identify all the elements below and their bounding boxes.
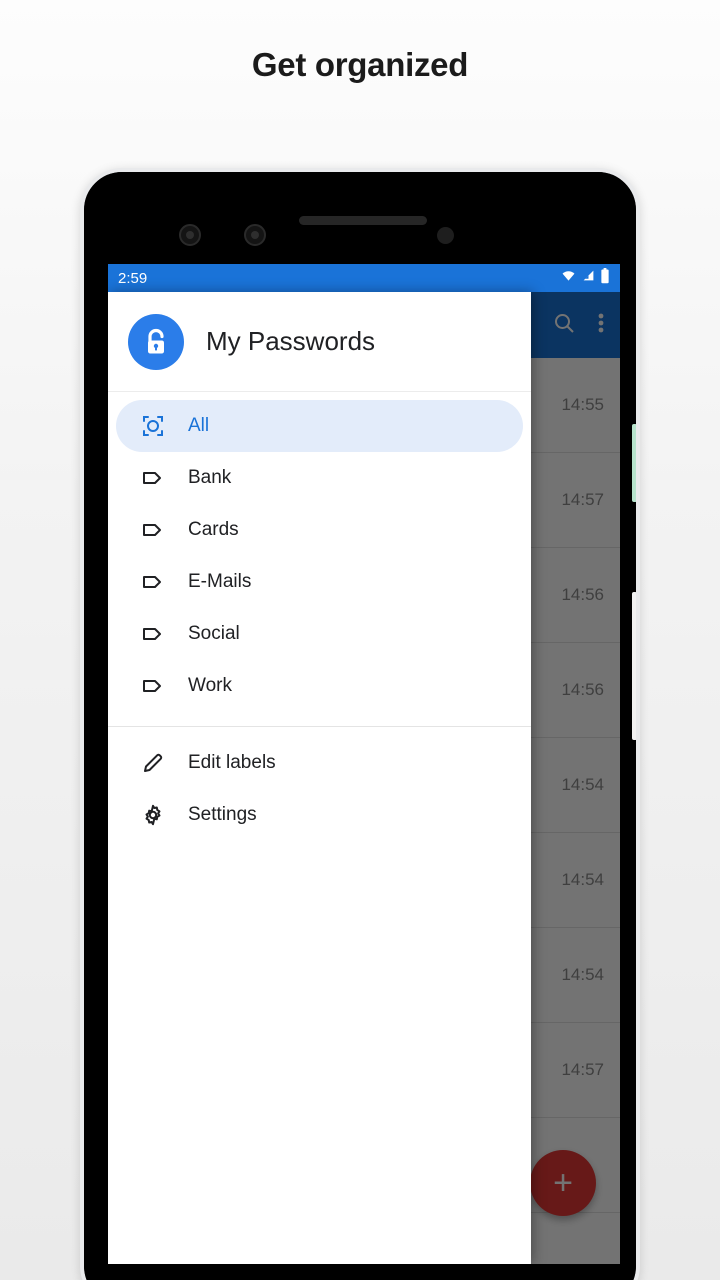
label-tag-icon [140, 673, 166, 699]
drawer-divider [108, 726, 531, 727]
sidebar-item-label: Work [188, 675, 232, 696]
sidebar-item-label: All [188, 415, 210, 436]
sidebar-item-label: Social [188, 623, 240, 644]
status-bar: 2:59 [108, 264, 620, 292]
sidebar-item-label: Cards [188, 519, 239, 540]
sidebar-item-cards[interactable]: Cards [116, 504, 523, 556]
page-title: Get organized [251, 46, 469, 83]
sidebar-item-label: E-Mails [188, 571, 252, 592]
status-bar-clock: 2:59 [118, 269, 148, 287]
volume-button[interactable] [632, 592, 636, 740]
row-timestamp: 14:54 [561, 870, 604, 889]
signal-icon [581, 269, 596, 287]
phone-bezel: 2:59 14:55 14:57 14:56 14:56 14:54 14:54… [84, 172, 636, 1280]
page-title-drawer: My Passwords [206, 326, 376, 356]
front-camera-secondary-icon [244, 224, 266, 246]
label-tag-icon [140, 465, 166, 491]
proximity-sensor-icon [437, 227, 454, 244]
plus-icon: + [553, 1164, 573, 1202]
wifi-icon [560, 269, 577, 287]
sidebar-item-edit-labels[interactable]: Edit labels [116, 737, 523, 789]
pencil-icon [140, 750, 166, 776]
sidebar-item-social[interactable]: Social [116, 608, 523, 660]
select-all-icon [140, 413, 166, 439]
sidebar-item-label: Edit labels [188, 752, 276, 773]
drawer-item-list: All Bank Cards E-Mails Social Work Edit … [108, 392, 531, 841]
row-timestamp: 14:55 [561, 395, 604, 414]
gear-icon [140, 802, 166, 828]
earpiece-speaker [299, 216, 427, 225]
sidebar-item-label: Settings [188, 804, 257, 825]
label-tag-icon [140, 517, 166, 543]
overflow-menu-icon[interactable] [598, 311, 604, 340]
sidebar-item-work[interactable]: Work [116, 660, 523, 712]
sidebar-item-settings[interactable]: Settings [116, 789, 523, 841]
status-bar-icons [560, 267, 610, 289]
row-timestamp: 14:57 [561, 490, 604, 509]
navigation-drawer: My Passwords All Bank Cards E-Mails Soci… [108, 292, 531, 1264]
sidebar-item-emails[interactable]: E-Mails [116, 556, 523, 608]
sidebar-item-label: Bank [188, 467, 232, 488]
row-timestamp: 14:54 [561, 775, 604, 794]
add-password-button[interactable]: + [530, 1150, 596, 1216]
phone-screen: 2:59 14:55 14:57 14:56 14:56 14:54 14:54… [108, 264, 620, 1264]
label-tag-icon [140, 569, 166, 595]
row-timestamp: 14:56 [561, 585, 604, 604]
row-timestamp: 14:54 [561, 965, 604, 984]
padlock-icon [128, 313, 184, 370]
phone-device-frame: 2:59 14:55 14:57 14:56 14:56 14:54 14:54… [80, 168, 640, 1280]
drawer-header: My Passwords [108, 292, 531, 392]
search-icon[interactable] [552, 311, 576, 340]
power-button[interactable] [632, 424, 636, 502]
row-timestamp: 14:56 [561, 680, 604, 699]
front-camera-icon [179, 224, 201, 246]
row-timestamp: 14:57 [561, 1060, 604, 1079]
sidebar-item-all[interactable]: All [116, 400, 523, 452]
label-tag-icon [140, 621, 166, 647]
sidebar-item-bank[interactable]: Bank [116, 452, 523, 504]
battery-icon [600, 267, 610, 289]
